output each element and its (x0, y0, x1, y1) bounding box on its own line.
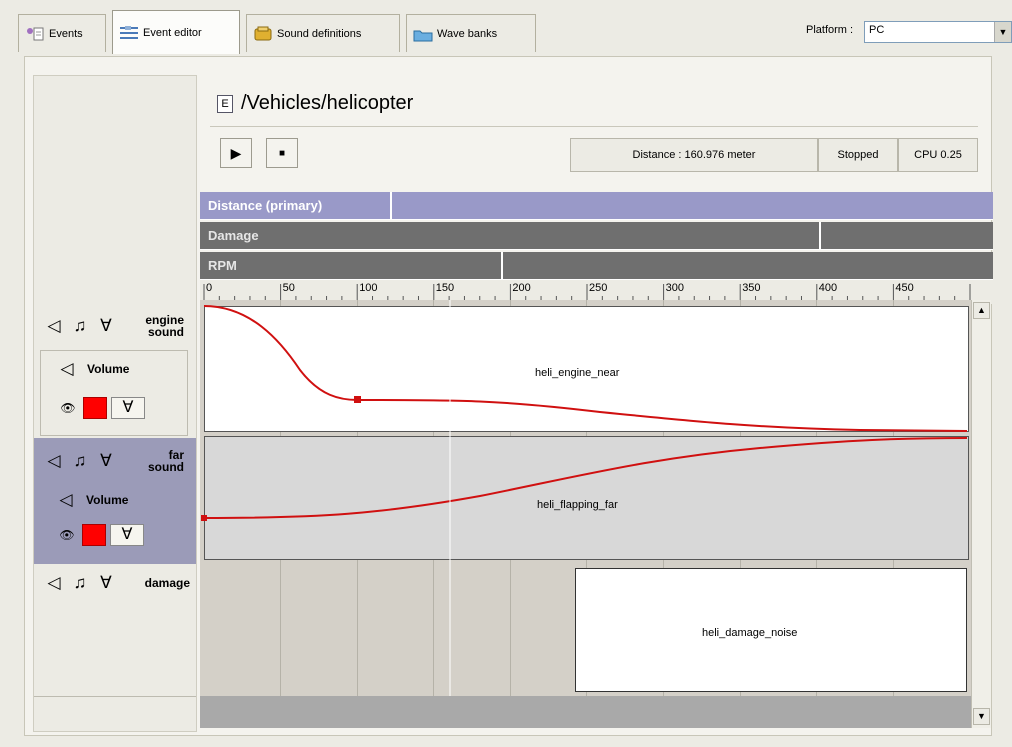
effect-name: Volume (86, 493, 129, 507)
speaker-icon[interactable]: ◁ (44, 316, 64, 336)
speaker-icon: ◁ (59, 490, 73, 509)
sound-name: heli_engine_near (535, 367, 620, 379)
platform-select[interactable]: PC ▼ (864, 21, 1012, 43)
tab-sound-definitions[interactable]: Sound definitions (246, 14, 400, 52)
scroll-up-icon[interactable]: ▲ (973, 302, 990, 319)
ruler-tick-label: 350 (742, 282, 761, 294)
effect-curve-icon[interactable]: Ɐ (96, 316, 116, 336)
layer-engine-sound[interactable]: ◁ ♫ Ɐ engine sound ◁ Volume 👁 Ɐ (34, 304, 196, 438)
parameter-cursor[interactable] (390, 192, 392, 220)
playback-status: Stopped (818, 138, 898, 172)
parameter-name: Distance (primary) (208, 198, 323, 213)
ruler-tick-label: 100 (359, 282, 378, 294)
ruler-tick-label: 450 (895, 282, 914, 294)
platform-label: Platform : (806, 24, 854, 36)
tab-event-editor[interactable]: Event editor (112, 10, 240, 54)
chevron-down-icon[interactable]: ▼ (994, 22, 1011, 42)
tab-events-label: Events (49, 27, 83, 40)
ruler-tick-label: 0 (206, 282, 213, 294)
layer-name-line2: sound (148, 325, 184, 339)
effect-color-swatch[interactable] (83, 397, 107, 419)
effect-curve-icon[interactable]: Ɐ (96, 573, 116, 593)
tab-wave-banks[interactable]: Wave banks (406, 14, 536, 52)
music-note-icon[interactable]: ♫ (70, 316, 90, 336)
tab-sound-definitions-label: Sound definitions (277, 27, 362, 40)
ruler-tick-label: 400 (818, 282, 838, 294)
parameter-rpm[interactable]: RPM (200, 252, 993, 280)
stop-icon: ■ (278, 147, 286, 159)
parameter-name: RPM (208, 258, 237, 273)
ruler-tick-label: 50 (282, 282, 295, 294)
tab-bar: Events Event editor Sound definitions Wa… (0, 0, 1012, 58)
ruler-tick-label: 250 (589, 282, 608, 294)
parameter-cursor[interactable] (501, 252, 503, 280)
ruler-tick-label: 200 (512, 282, 531, 294)
speaker-icon: ◁ (60, 359, 74, 378)
effect-volume[interactable]: ◁ Volume 👁 Ɐ (40, 350, 188, 436)
sound-name: heli_flapping_far (537, 499, 618, 511)
music-note-icon[interactable]: ♫ (70, 451, 90, 471)
layer-far-sound[interactable]: ◁ ♫ Ɐ far sound ◁ Volume 👁 Ɐ (34, 438, 196, 564)
play-icon: ▶ (230, 144, 242, 161)
platform-value: PC (869, 24, 885, 36)
effect-curve-icon[interactable]: Ɐ (96, 451, 116, 471)
curve-shape-button[interactable]: Ɐ (111, 397, 145, 419)
horizontal-scroll-area (200, 696, 971, 728)
event-editor-icon (119, 25, 139, 41)
layer-name-line2: sound (148, 460, 184, 474)
parameter-damage[interactable]: Damage (200, 222, 993, 250)
effect-color-swatch[interactable] (82, 524, 106, 546)
layer-name: damage (144, 576, 190, 590)
sound-instance-far[interactable]: heli_flapping_far (204, 436, 969, 560)
tab-wave-banks-label: Wave banks (437, 27, 498, 40)
vertical-scrollbar[interactable]: ▲ ▼ (971, 300, 991, 728)
curve-shape-button[interactable]: Ɐ (110, 524, 144, 546)
speaker-icon[interactable]: ◁ (44, 573, 64, 593)
ruler-tick-label: 150 (435, 282, 455, 294)
eye-icon[interactable]: 👁 (57, 397, 79, 419)
tab-event-editor-label: Event editor (143, 26, 202, 39)
event-icon: E (217, 94, 233, 113)
event-path: /Vehicles/helicopter (241, 92, 414, 114)
distance-readout: Distance : 160.976 meter (570, 138, 818, 172)
effect-name: Volume (87, 362, 130, 376)
parameter-distance[interactable]: Distance (primary) (200, 192, 993, 220)
stop-button[interactable]: ■ (266, 138, 298, 168)
speaker-icon[interactable]: ◁ (44, 451, 64, 471)
cpu-readout: CPU 0.25 (898, 138, 978, 172)
scroll-down-icon[interactable]: ▼ (973, 708, 990, 725)
play-button[interactable]: ▶ (220, 138, 252, 168)
music-note-icon[interactable]: ♫ (70, 573, 90, 593)
events-icon (25, 26, 45, 42)
sound-definitions-icon (253, 26, 273, 42)
divider (34, 696, 196, 697)
parameter-name: Damage (208, 228, 259, 243)
eye-icon[interactable]: 👁 (56, 524, 78, 546)
ruler-tick-label: 300 (665, 282, 684, 294)
layer-lanes: heli_engine_near heli_flapping_far heli_… (200, 300, 971, 728)
parameter-cursor[interactable] (819, 222, 821, 250)
effect-volume[interactable]: ◁ Volume 👁 Ɐ (40, 484, 190, 562)
sound-name: heli_damage_noise (702, 627, 798, 639)
event-title: E /Vehicles/helicopter (217, 92, 413, 115)
sound-instance-damage[interactable]: heli_damage_noise (575, 568, 967, 692)
tab-events[interactable]: Events (18, 14, 106, 52)
layer-damage[interactable]: ◁ ♫ Ɐ damage (34, 566, 196, 694)
layer-list: ◁ ♫ Ɐ engine sound ◁ Volume 👁 Ɐ ◁ ♫ Ɐ far… (33, 75, 197, 732)
sound-instance-engine[interactable]: heli_engine_near (204, 306, 969, 432)
divider (210, 126, 978, 127)
wave-banks-icon (413, 26, 433, 42)
